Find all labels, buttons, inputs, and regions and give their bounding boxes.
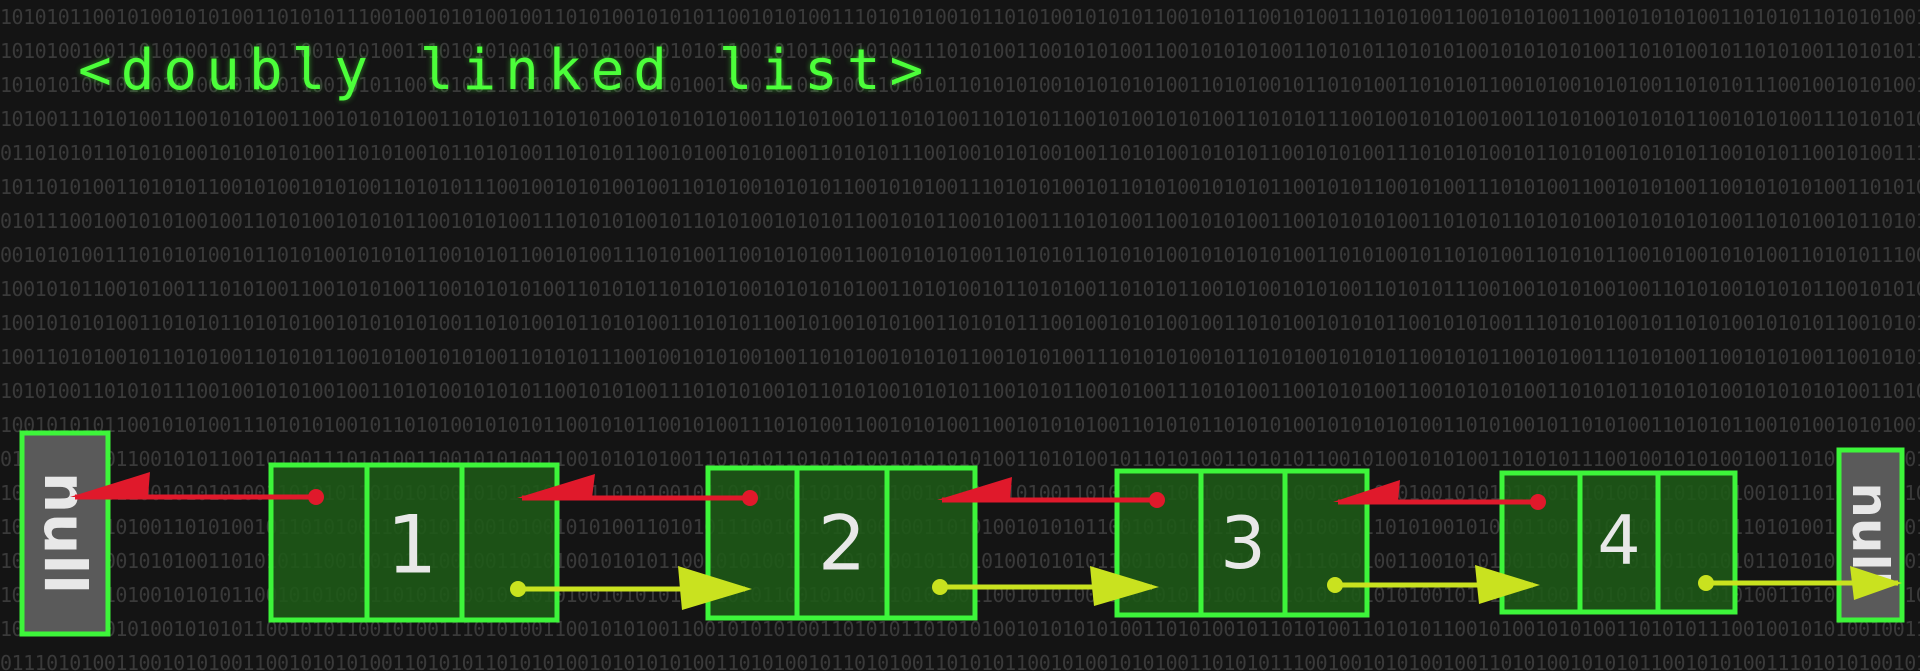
node-1-value: 1 xyxy=(387,499,438,592)
linked-list-diagram: null null 1 2 3 4 xyxy=(19,430,1905,637)
diagram-canvas: 1010101100101001010100110101011100100101… xyxy=(0,0,1920,671)
null-left: null xyxy=(19,430,111,637)
node-4: 4 xyxy=(1499,470,1738,615)
null-right-label: null xyxy=(1841,482,1899,587)
null-left-label: null xyxy=(31,472,99,594)
null-right: null xyxy=(1836,447,1905,623)
node-3-value: 3 xyxy=(1220,501,1266,585)
node-1: 1 xyxy=(268,462,560,623)
node-2-value: 2 xyxy=(818,499,866,588)
node-4-value: 4 xyxy=(1597,502,1640,581)
